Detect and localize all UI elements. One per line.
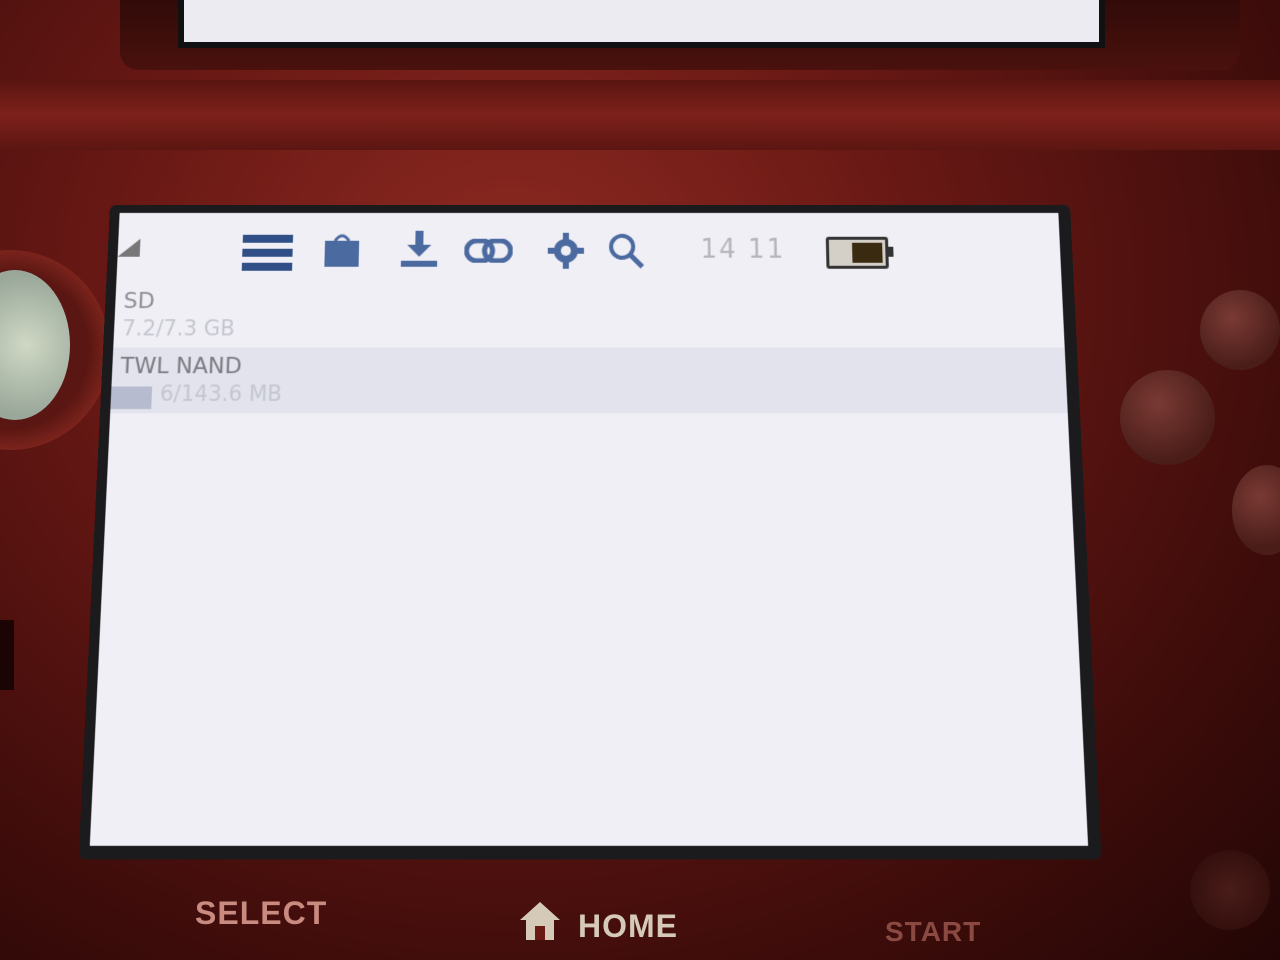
list-item-twl-nand[interactable]: TWL NAND 6/143.6 MB <box>110 348 1068 414</box>
battery-level-fill <box>852 243 883 263</box>
download-icon[interactable] <box>399 231 440 269</box>
select-button[interactable]: SELECT <box>195 895 327 932</box>
search-icon[interactable] <box>606 231 646 271</box>
list-item-sd[interactable]: SD 7.2/7.3 GB <box>113 283 1064 348</box>
power-button[interactable] <box>1190 850 1270 930</box>
list-icon[interactable] <box>242 235 293 271</box>
drive-name: SD <box>123 283 1063 314</box>
hinge <box>0 80 1280 150</box>
home-button[interactable]: HOME <box>578 908 678 945</box>
y-button[interactable] <box>1120 370 1215 465</box>
clock: 14 11 <box>700 235 785 265</box>
signal-icon <box>118 239 141 257</box>
bottom-screen: 14 11 SD 7.2/7.3 GB TWL NAND 6/143.6 MB <box>90 213 1088 846</box>
status-bar: 14 11 <box>116 213 1061 283</box>
drive-usage: 6/143.6 MB <box>119 379 1068 406</box>
side-slot <box>0 620 14 690</box>
link-icon[interactable] <box>464 239 512 263</box>
x-button[interactable] <box>1200 290 1280 370</box>
a-button[interactable] <box>1232 465 1280 555</box>
home-icon[interactable] <box>518 900 562 942</box>
battery-icon <box>826 237 889 269</box>
drive-usage: 7.2/7.3 GB <box>122 314 1065 340</box>
usage-bar <box>110 386 152 409</box>
device-photo: 14 11 SD 7.2/7.3 GB TWL NAND 6/143.6 MB … <box>0 0 1280 960</box>
start-button[interactable]: START <box>885 916 981 948</box>
shop-icon[interactable] <box>322 231 361 269</box>
gear-icon[interactable] <box>548 233 584 269</box>
drive-list: SD 7.2/7.3 GB TWL NAND 6/143.6 MB <box>110 283 1068 413</box>
top-screen <box>178 0 1105 48</box>
drive-name: TWL NAND <box>120 348 1066 380</box>
bottom-screen-bezel: 14 11 SD 7.2/7.3 GB TWL NAND 6/143.6 MB <box>78 205 1101 859</box>
